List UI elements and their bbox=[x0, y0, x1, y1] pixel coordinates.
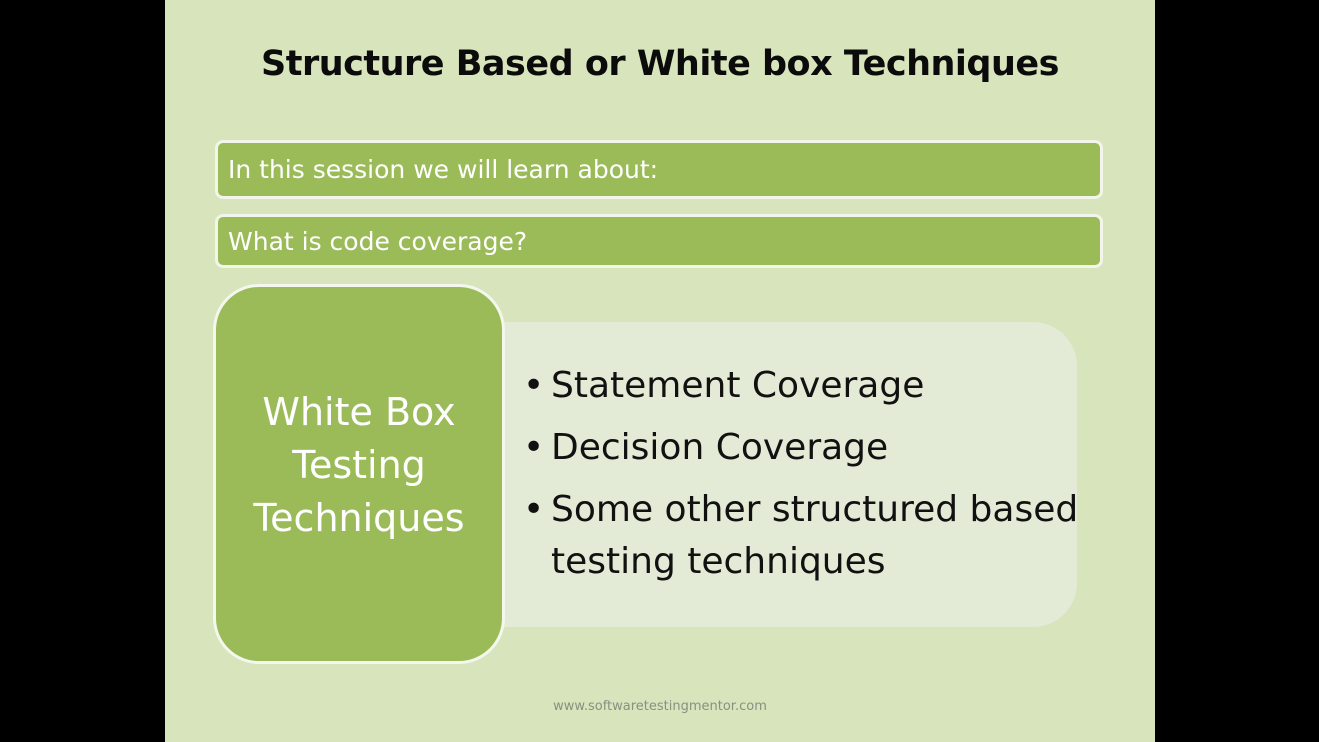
technique-list: • Statement Coverage • Decision Coverage… bbox=[521, 360, 1081, 598]
list-item: • Decision Coverage bbox=[521, 422, 1081, 474]
bullet-marker: • bbox=[523, 427, 545, 468]
intro-bar: In this session we will learn about: bbox=[215, 140, 1103, 199]
bullet-marker: • bbox=[523, 365, 545, 406]
video-frame: Structure Based or White box Techniques … bbox=[0, 0, 1319, 742]
topic-bar-label: What is code coverage? bbox=[228, 226, 528, 256]
list-item-text: Statement Coverage bbox=[551, 365, 925, 406]
intro-bar-label: In this session we will learn about: bbox=[228, 155, 659, 184]
list-item: • Some other structured based testing te… bbox=[521, 484, 1081, 588]
list-item: • Statement Coverage bbox=[521, 360, 1081, 412]
list-item-text: Decision Coverage bbox=[551, 427, 889, 468]
presentation-slide: Structure Based or White box Techniques … bbox=[165, 0, 1155, 742]
slide-title: Structure Based or White box Techniques bbox=[261, 44, 1059, 84]
topic-bar-code-coverage: What is code coverage? bbox=[215, 214, 1103, 268]
white-box-testing-box: White Box Testing Techniques bbox=[213, 284, 505, 664]
bullet-marker: • bbox=[523, 489, 545, 530]
footer-url: www.softwaretestingmentor.com bbox=[553, 699, 767, 714]
feature-box-label: White Box Testing Techniques bbox=[253, 389, 465, 540]
list-item-text: Some other structured based testing tech… bbox=[551, 489, 1079, 582]
